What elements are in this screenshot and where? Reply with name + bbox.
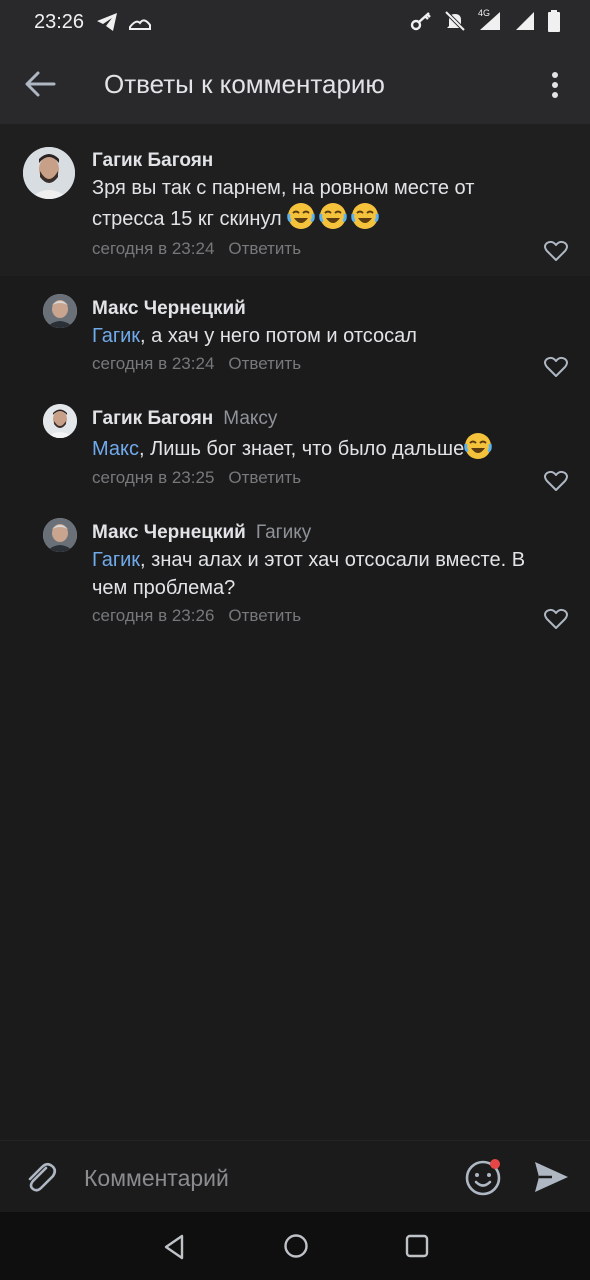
avatar[interactable] bbox=[43, 294, 77, 328]
reply-to-label[interactable]: Максу bbox=[223, 408, 277, 429]
heart-icon[interactable] bbox=[544, 240, 568, 262]
root-comment: Гагик Багоян Зря вы так с парнем, на ров… bbox=[0, 124, 590, 276]
bell-muted-icon bbox=[444, 10, 466, 32]
nav-recents-icon[interactable] bbox=[404, 1233, 430, 1259]
avatar[interactable] bbox=[43, 518, 77, 552]
app-bar: Ответы к комментарию bbox=[0, 44, 590, 124]
heart-icon[interactable] bbox=[544, 608, 568, 630]
status-bar: 23:26 4G bbox=[0, 0, 590, 44]
avatar[interactable] bbox=[43, 404, 77, 438]
key-icon bbox=[410, 12, 431, 31]
comment-author[interactable]: Макс Чернецкий Гагику bbox=[92, 522, 311, 544]
send-icon[interactable] bbox=[532, 1159, 570, 1195]
status-time: 23:26 bbox=[34, 10, 85, 33]
reply-comment: Макс Чернецкий Гагику Гагик, знач алах и … bbox=[0, 500, 590, 640]
comment-time: сегодня в 23:24 bbox=[92, 239, 215, 258]
paperclip-icon[interactable] bbox=[24, 1159, 58, 1195]
more-vertical-icon[interactable] bbox=[540, 68, 570, 102]
telegram-icon bbox=[97, 13, 118, 31]
reply-to-label[interactable]: Гагику bbox=[256, 522, 311, 543]
comment-body: , Лишь бог знает, что было дальше bbox=[138, 438, 465, 460]
battery-icon bbox=[548, 10, 560, 32]
heart-icon[interactable] bbox=[544, 470, 568, 492]
laughing-emoji-group bbox=[287, 203, 383, 230]
comment-meta: сегодня в 23:26 Ответить bbox=[92, 606, 301, 626]
comment-body: Зря вы так с парнем, на ровном месте от … bbox=[92, 177, 475, 230]
comment-author[interactable]: Гагик Багоян Максу bbox=[92, 408, 277, 430]
laughing-emoji-icon bbox=[351, 203, 379, 229]
system-nav-bar bbox=[0, 1212, 590, 1280]
laughing-emoji-icon bbox=[287, 203, 315, 229]
mention-link[interactable]: Гагик bbox=[92, 549, 140, 571]
notification-icon bbox=[129, 19, 152, 30]
smile-icon[interactable] bbox=[464, 1157, 504, 1197]
comment-text: Зря вы так с парнем, на ровном месте от … bbox=[92, 174, 532, 233]
back-arrow-icon[interactable] bbox=[22, 68, 58, 100]
laughing-emoji-icon bbox=[319, 203, 347, 229]
comment-author[interactable]: Макс Чернецкий bbox=[92, 298, 246, 320]
nav-home-icon[interactable] bbox=[282, 1232, 310, 1260]
comment-input[interactable] bbox=[82, 1159, 446, 1197]
comment-body: , а хач у него потом и отсосал bbox=[140, 325, 417, 347]
page-title: Ответы к комментарию bbox=[104, 69, 385, 99]
comment-text: Гагик, а хач у него потом и отсосал bbox=[92, 322, 542, 350]
avatar[interactable] bbox=[23, 147, 75, 199]
mention-link[interactable]: Макс bbox=[92, 438, 139, 460]
comment-time: сегодня в 23:24 bbox=[92, 354, 215, 373]
comment-time: сегодня в 23:26 bbox=[92, 606, 215, 625]
mention-link[interactable]: Гагик bbox=[92, 325, 140, 347]
reply-button[interactable]: Ответить bbox=[228, 606, 301, 625]
comment-composer bbox=[0, 1140, 590, 1213]
comment-text: Гагик, знач алах и этот хач отсосали вме… bbox=[92, 546, 562, 602]
signal-icon bbox=[516, 12, 534, 30]
comment-time: сегодня в 23:25 bbox=[92, 468, 215, 487]
laughing-emoji-icon bbox=[464, 433, 492, 459]
comment-meta: сегодня в 23:25 Ответить bbox=[92, 468, 301, 488]
reply-comment: Макс Чернецкий Гагик, а хач у него потом… bbox=[0, 276, 590, 386]
comment-body: , знач алах и этот хач отсосали вместе. … bbox=[92, 549, 526, 599]
signal-icon bbox=[480, 12, 500, 30]
comment-meta: сегодня в 23:24 Ответить bbox=[92, 354, 301, 374]
reply-button[interactable]: Ответить bbox=[228, 239, 301, 258]
reply-button[interactable]: Ответить bbox=[228, 468, 301, 487]
nav-back-icon[interactable] bbox=[160, 1232, 190, 1262]
comment-meta: сегодня в 23:24 Ответить bbox=[92, 239, 301, 259]
comment-author[interactable]: Гагик Багоян bbox=[92, 150, 213, 172]
heart-icon[interactable] bbox=[544, 356, 568, 378]
comments-thread: Гагик Багоян Зря вы так с парнем, на ров… bbox=[0, 124, 590, 629]
comment-text: Макс, Лишь бог знает, что было дальше bbox=[92, 432, 552, 463]
reply-comment: Гагик Багоян Максу Макс, Лишь бог знает, … bbox=[0, 386, 590, 500]
reply-button[interactable]: Ответить bbox=[228, 354, 301, 373]
